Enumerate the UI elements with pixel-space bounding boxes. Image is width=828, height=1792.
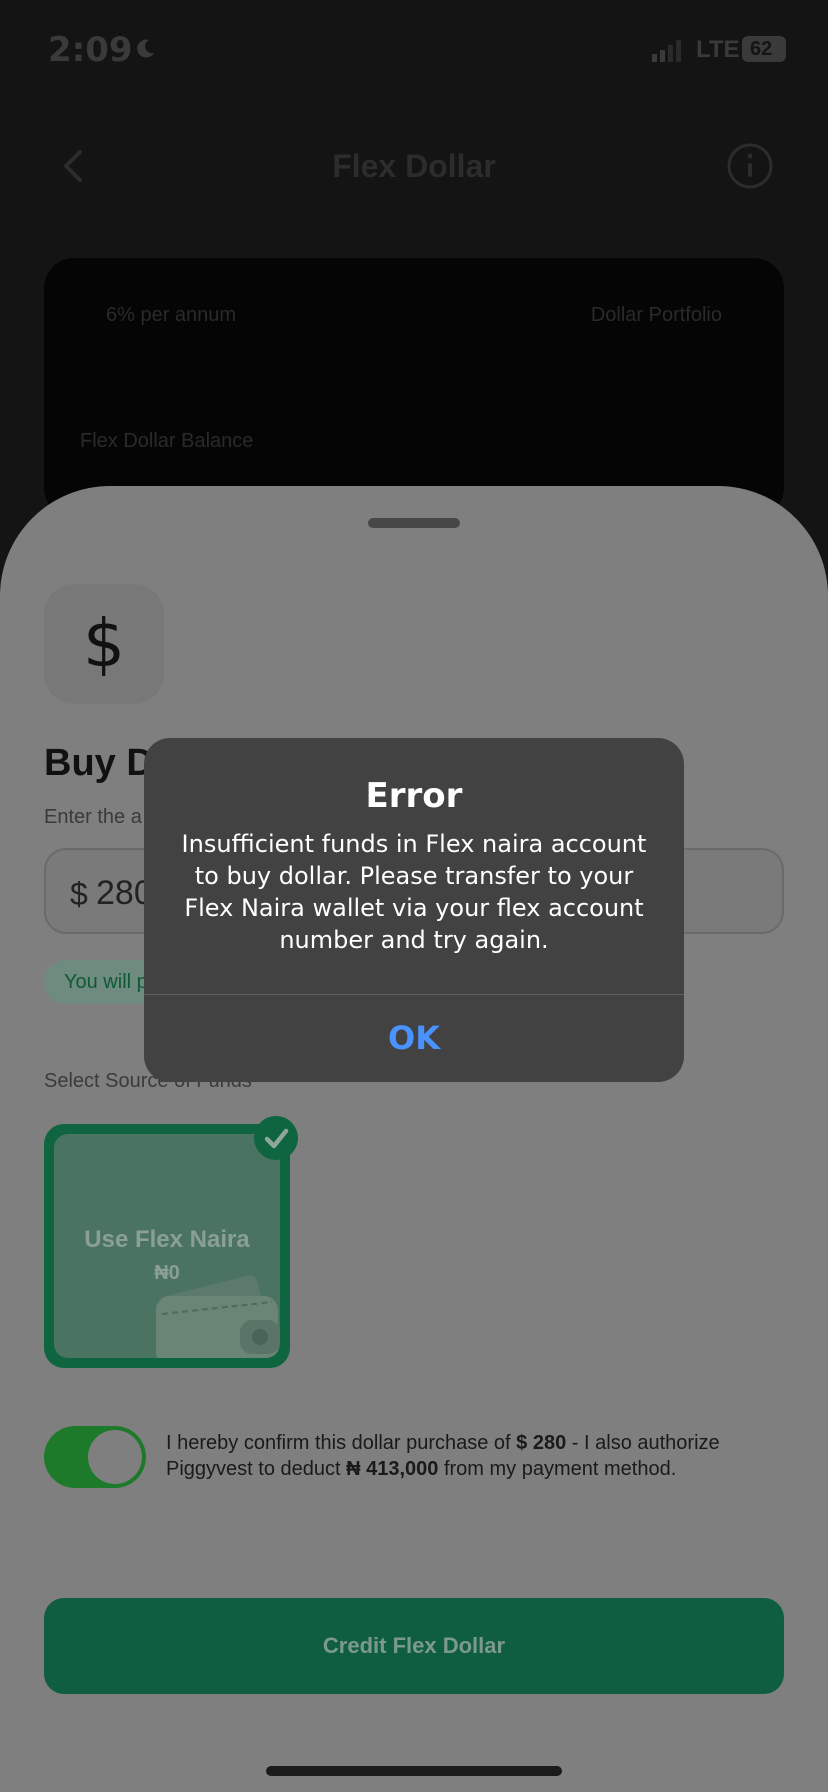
credit-flex-dollar-button[interactable]: Credit Flex Dollar bbox=[44, 1598, 784, 1694]
status-bar: 2:09 LTE 62 bbox=[0, 0, 828, 100]
toggle-knob bbox=[88, 1430, 142, 1484]
balance-card: 6% per annum Dollar Portfolio Flex Dolla… bbox=[44, 258, 784, 518]
dollar-portfolio-link[interactable]: Dollar Portfolio bbox=[591, 304, 722, 327]
page-title: Flex Dollar bbox=[332, 148, 496, 184]
source-name: Use Flex Naira bbox=[84, 1226, 250, 1253]
confirm-toggle[interactable] bbox=[44, 1426, 146, 1488]
info-icon[interactable] bbox=[726, 142, 774, 190]
confirm-text-part3: from my payment method. bbox=[438, 1458, 677, 1480]
status-time: 2:09 bbox=[48, 30, 133, 70]
confirm-text-part1: I hereby confirm this dollar purchase of bbox=[166, 1432, 517, 1454]
moon-icon bbox=[137, 39, 154, 58]
alert-ok-button[interactable]: OK bbox=[144, 995, 684, 1082]
confirm-naira-amount: ₦ 413,000 bbox=[346, 1458, 439, 1480]
source-card-body: Use Flex Naira ₦0 bbox=[54, 1134, 280, 1358]
flex-naira-source-card[interactable]: Use Flex Naira ₦0 bbox=[44, 1124, 290, 1368]
error-alert-dialog: Error Insufficient funds in Flex naira a… bbox=[144, 738, 684, 1082]
buy-dollar-sheet: $ Buy D Enter the a $ 280 You will p Sel… bbox=[0, 486, 828, 1792]
confirm-dollar-amount: $ 280 bbox=[516, 1432, 567, 1454]
signal-icon bbox=[652, 40, 681, 62]
currency-prefix: $ bbox=[70, 876, 88, 912]
dollar-icon: $ bbox=[83, 605, 125, 682]
alert-message: Insufficient funds in Flex naira account… bbox=[181, 830, 647, 954]
confirm-text: I hereby confirm this dollar purchase of… bbox=[166, 1430, 786, 1482]
balance-label: Flex Dollar Balance bbox=[80, 430, 254, 452]
alert-title: Error bbox=[365, 776, 463, 816]
sheet-handle[interactable] bbox=[368, 518, 460, 528]
dollar-icon-tile: $ bbox=[44, 584, 164, 704]
battery-indicator: 62 bbox=[742, 36, 786, 62]
interest-rate-label: 6% per annum bbox=[106, 304, 237, 326]
sheet-heading: Buy D bbox=[44, 742, 154, 784]
amount-caption: Enter the a bbox=[44, 806, 142, 828]
network-label: LTE bbox=[696, 36, 740, 63]
source-balance: ₦0 bbox=[154, 1262, 180, 1284]
home-indicator bbox=[266, 1766, 562, 1776]
check-icon bbox=[264, 1128, 289, 1149]
selected-check-badge bbox=[254, 1116, 298, 1160]
